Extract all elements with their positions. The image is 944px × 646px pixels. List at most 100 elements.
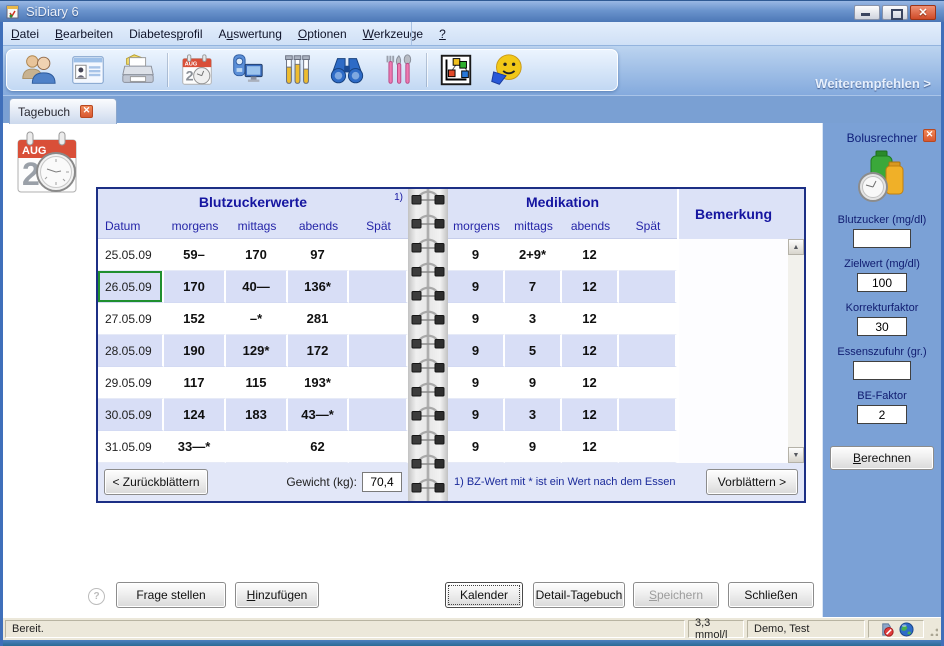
patient-profile-icon[interactable]	[68, 51, 108, 89]
med-value-cell[interactable]: 9	[448, 367, 505, 399]
minimize-button[interactable]	[854, 5, 880, 20]
menu-bearbeiten[interactable]: Bearbeiten	[47, 24, 121, 44]
menu-werkzeuge[interactable]: Werkzeuge	[355, 24, 431, 44]
assistant-smiley-icon[interactable]	[486, 51, 526, 89]
date-cell-selected[interactable]: 26.05.09	[98, 271, 164, 303]
med-value-cell[interactable]: 9	[448, 271, 505, 303]
date-cell[interactable]: 30.05.09	[98, 399, 164, 431]
title-bar[interactable]: SiDiary 6	[0, 0, 944, 22]
med-value-cell[interactable]: 12	[562, 303, 619, 335]
bz-value-cell[interactable]: 170	[164, 271, 226, 303]
scroll-up-icon[interactable]	[788, 239, 804, 255]
med-value-cell[interactable]: 2+9*	[505, 239, 562, 271]
device-sync-icon[interactable]	[227, 51, 267, 89]
bz-value-cell[interactable]: 97	[288, 239, 349, 271]
med-value-cell[interactable]	[619, 239, 677, 271]
bz-value-cell[interactable]: –*	[226, 303, 288, 335]
bz-value-cell[interactable]: 281	[288, 303, 349, 335]
bz-value-cell[interactable]	[349, 239, 408, 271]
med-value-cell[interactable]: 9	[505, 431, 562, 463]
med-value-cell[interactable]	[619, 271, 677, 303]
bz-value-cell[interactable]: 190	[164, 335, 226, 367]
bz-value-cell[interactable]: 117	[164, 367, 226, 399]
bz-value-cell[interactable]: 59–	[164, 239, 226, 271]
med-value-cell[interactable]: 9	[448, 431, 505, 463]
med-value-cell[interactable]: 12	[562, 431, 619, 463]
med-value-cell[interactable]: 9	[505, 367, 562, 399]
bz-value-cell[interactable]: 62	[288, 431, 349, 463]
date-cell[interactable]: 28.05.09	[98, 335, 164, 367]
med-value-cell[interactable]	[619, 303, 677, 335]
med-value-cell[interactable]: 12	[562, 399, 619, 431]
close-button[interactable]: Schließen	[728, 582, 814, 608]
resize-grip[interactable]	[927, 620, 939, 638]
food-icon[interactable]	[377, 51, 417, 89]
date-cell[interactable]: 29.05.09	[98, 367, 164, 399]
menu-optionen[interactable]: Optionen	[290, 24, 355, 44]
menu-diabetesprofil[interactable]: Diabetesprofil	[121, 24, 210, 44]
lab-values-icon[interactable]	[277, 51, 317, 89]
bz-value-cell[interactable]	[349, 271, 408, 303]
bz-value-cell[interactable]: 136*	[288, 271, 349, 303]
bz-value-cell[interactable]: 43—*	[288, 399, 349, 431]
med-value-cell[interactable]: 9	[448, 335, 505, 367]
med-value-cell[interactable]	[619, 431, 677, 463]
med-value-cell[interactable]: 3	[505, 399, 562, 431]
be-faktor-input[interactable]	[857, 405, 907, 424]
tab-tagebuch[interactable]: Tagebuch	[9, 98, 117, 124]
korrekturfaktor-input[interactable]	[857, 317, 907, 336]
add-button[interactable]: Hinzufügen	[235, 582, 319, 608]
bz-value-cell[interactable]: 115	[226, 367, 288, 399]
restore-button[interactable]	[882, 5, 908, 20]
med-value-cell[interactable]	[619, 399, 677, 431]
search-binoculars-icon[interactable]	[327, 51, 367, 89]
med-value-cell[interactable]: 12	[562, 335, 619, 367]
menu-help[interactable]: ?	[431, 24, 454, 44]
date-cell[interactable]: 25.05.09	[98, 239, 164, 271]
bz-value-cell[interactable]: 129*	[226, 335, 288, 367]
calendar-button[interactable]: Kalender	[445, 582, 523, 608]
bolus-close-icon[interactable]	[923, 129, 936, 142]
sync-off-icon[interactable]	[879, 622, 894, 637]
page-forward-button[interactable]: Vorblättern >	[706, 469, 798, 495]
menu-datei[interactable]: Datei	[3, 24, 47, 44]
bz-value-cell[interactable]	[349, 335, 408, 367]
date-cell[interactable]: 31.05.09	[98, 431, 164, 463]
detail-diary-button[interactable]: Detail-Tagebuch	[533, 582, 625, 608]
remark-column[interactable]	[677, 239, 788, 463]
med-value-cell[interactable]: 12	[562, 367, 619, 399]
bz-value-cell[interactable]: 172	[288, 335, 349, 367]
statistics-icon[interactable]	[436, 51, 476, 89]
table-scrollbar[interactable]	[788, 239, 804, 463]
bz-value-cell[interactable]: 193*	[288, 367, 349, 399]
bz-value-cell[interactable]	[226, 431, 288, 463]
med-value-cell[interactable]: 9	[448, 303, 505, 335]
weight-input[interactable]	[362, 472, 402, 492]
med-value-cell[interactable]: 9	[448, 399, 505, 431]
tab-close-icon[interactable]	[80, 105, 93, 118]
bz-value-cell[interactable]: 33—*	[164, 431, 226, 463]
bz-value-cell[interactable]: 152	[164, 303, 226, 335]
med-value-cell[interactable]	[619, 335, 677, 367]
zielwert-input[interactable]	[857, 273, 907, 292]
print-icon[interactable]	[118, 51, 158, 89]
essenszufuhr-input[interactable]	[853, 361, 911, 380]
blutzucker-input[interactable]	[853, 229, 911, 248]
bz-value-cell[interactable]	[349, 399, 408, 431]
recommend-link[interactable]: Weiterempfehlen >	[815, 76, 931, 91]
close-window-button[interactable]	[910, 5, 936, 20]
bz-value-cell[interactable]	[349, 303, 408, 335]
bz-value-cell[interactable]	[349, 367, 408, 399]
page-back-button[interactable]: < Zurückblättern	[104, 469, 208, 495]
menu-auswertung[interactable]: Auswertung	[211, 24, 290, 44]
med-value-cell[interactable]: 7	[505, 271, 562, 303]
med-value-cell[interactable]	[619, 367, 677, 399]
ask-question-button[interactable]: Frage stellen	[116, 582, 226, 608]
bz-value-cell[interactable]: 40—	[226, 271, 288, 303]
calculate-button[interactable]: Berechnen	[830, 446, 934, 470]
save-button[interactable]: Speichern	[633, 582, 719, 608]
bz-value-cell[interactable]	[349, 431, 408, 463]
bz-value-cell[interactable]: 124	[164, 399, 226, 431]
bz-value-cell[interactable]: 170	[226, 239, 288, 271]
med-value-cell[interactable]: 5	[505, 335, 562, 367]
